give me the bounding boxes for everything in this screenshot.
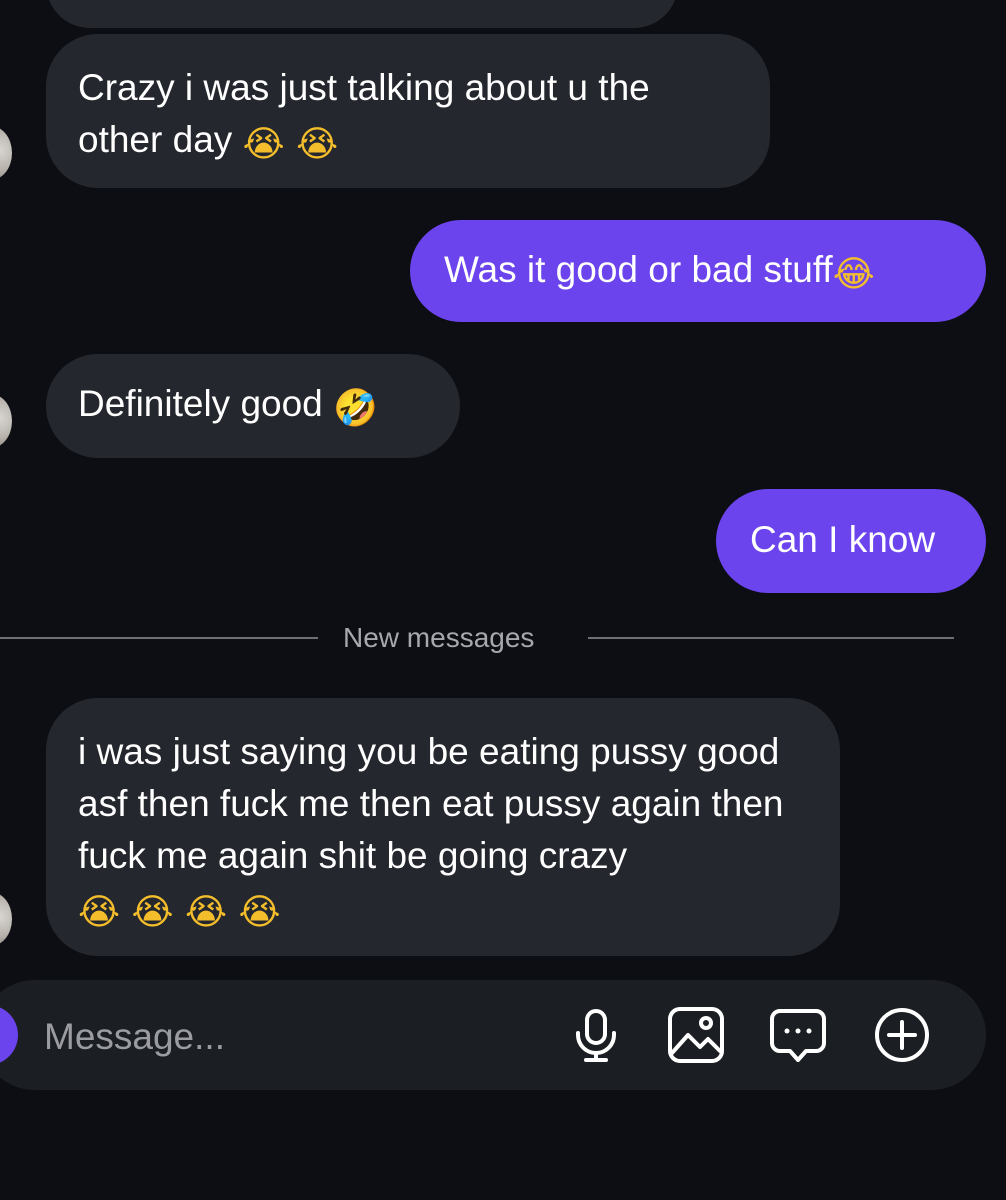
plus-circle-icon[interactable] [872,1005,932,1065]
microphone-icon[interactable] [566,1005,626,1065]
message-more-icon[interactable] [768,1005,828,1065]
contact-avatar[interactable] [0,892,12,946]
contact-avatar[interactable] [0,394,12,448]
previous-message-bubble [46,0,678,28]
outgoing-message-bubble[interactable]: Can I know [716,489,986,593]
message-composer [0,980,986,1090]
message-text: Was it good or bad stuff [444,249,833,290]
incoming-message-bubble[interactable]: Definitely good 🤣 [46,354,460,458]
emoji-face-with-tears-of-joy: 😂 [832,254,875,295]
outgoing-message-bubble[interactable]: Was it good or bad stuff😂 [410,220,986,322]
image-icon[interactable] [666,1005,726,1065]
new-messages-divider: New messages [0,618,1006,658]
message-input[interactable] [42,1006,476,1068]
contact-avatar[interactable] [0,126,12,180]
message-text: i was just saying you be eating pussy go… [78,731,784,876]
emoji-loudly-crying-face: 😭 😭 [242,124,339,165]
incoming-message-bubble[interactable]: i was just saying you be eating pussy go… [46,698,840,956]
camera-button[interactable] [0,1005,18,1065]
message-text: Definitely good [78,383,323,424]
divider-line-left [0,637,318,639]
message-text: Crazy i was just talking about u the oth… [78,67,650,160]
emoji-rolling-on-the-floor-laughing: 🤣 [333,388,378,429]
incoming-message-bubble[interactable]: Crazy i was just talking about u the oth… [46,34,770,188]
message-text: Can I know [750,519,936,560]
emoji-loudly-crying-face: 😭 😭 😭 😭 [78,892,281,933]
divider-line-right [588,637,954,639]
new-messages-label: New messages [343,622,535,653]
